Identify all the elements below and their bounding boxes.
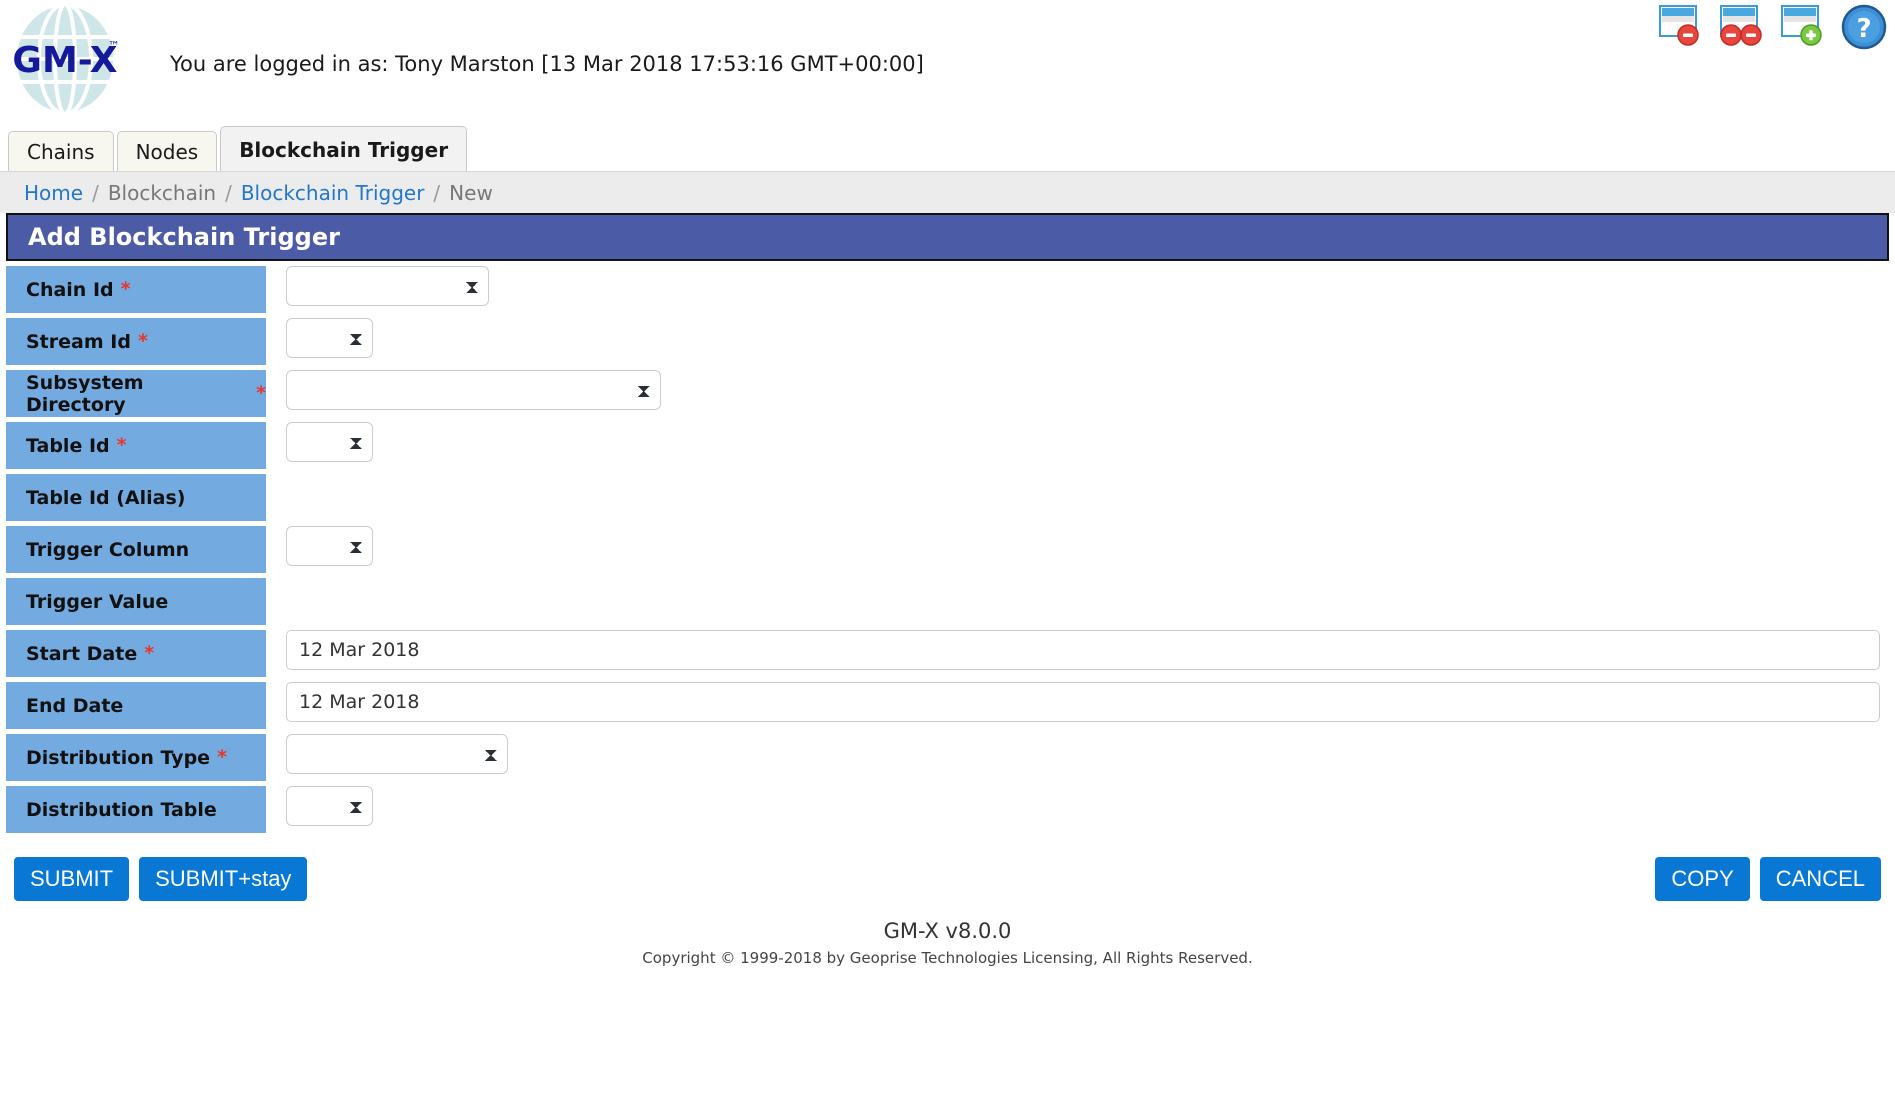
- submit-stay-button[interactable]: SUBMIT+stay: [139, 857, 308, 901]
- form-row-subsystem-directory: Subsystem Directory *: [6, 370, 1889, 417]
- trigger-column-select[interactable]: [286, 526, 373, 566]
- help-icon[interactable]: ?: [1841, 4, 1887, 50]
- svg-text:GM-X: GM-X: [12, 40, 117, 81]
- label-text: Table Id: [26, 434, 110, 457]
- form-row-start-date: Start Date *: [6, 630, 1889, 677]
- tab-blockchain-trigger[interactable]: Blockchain Trigger: [220, 126, 468, 171]
- label-text: Distribution Type: [26, 746, 211, 769]
- svg-text:™: ™: [108, 39, 120, 53]
- field-control-trigger-column: [266, 526, 1889, 573]
- label-text: Distribution Table: [26, 798, 217, 821]
- subsystem-directory-select[interactable]: [286, 370, 661, 410]
- label-text: Subsystem Directory: [26, 371, 144, 416]
- label-text: Chain Id: [26, 278, 114, 301]
- form-row-trigger-column: Trigger Column: [6, 526, 1889, 573]
- chain-id-select[interactable]: [286, 266, 489, 306]
- close-window-icon[interactable]: [1658, 4, 1705, 48]
- form-button-bar: SUBMIT SUBMIT+stay COPY CANCEL: [0, 833, 1895, 907]
- breadcrumb-item-blockchain-trigger[interactable]: Blockchain Trigger: [241, 181, 425, 205]
- tab-nodes[interactable]: Nodes: [116, 131, 218, 171]
- field-label-subsystem-directory: Subsystem Directory *: [6, 370, 266, 417]
- breadcrumb-item-new: New: [449, 180, 493, 205]
- field-control-subsystem-directory: [266, 370, 1889, 417]
- page-title: Add Blockchain Trigger: [28, 223, 340, 251]
- page-title-bar: Add Blockchain Trigger: [6, 213, 1889, 261]
- breadcrumb-item-blockchain: Blockchain: [107, 180, 217, 205]
- required-marker: *: [120, 278, 131, 300]
- form-row-trigger-value: Trigger Value: [6, 578, 1889, 625]
- required-marker: *: [116, 434, 127, 456]
- form-row-end-date: End Date: [6, 682, 1889, 729]
- form-row-table-id: Table Id *: [6, 422, 1889, 469]
- field-label-start-date: Start Date *: [6, 630, 266, 677]
- breadcrumb-separator: /: [225, 180, 232, 205]
- field-control-chain-id: [266, 266, 1889, 313]
- login-status-text: You are logged in as: Tony Marston [13 M…: [170, 52, 924, 76]
- field-label-end-date: End Date: [6, 682, 266, 729]
- distribution-type-select[interactable]: [286, 734, 508, 774]
- blockchain-trigger-form: Chain Id * Stream Id * Subsystem Directo…: [0, 266, 1895, 833]
- required-marker: *: [217, 746, 227, 768]
- form-row-table-id-alias: Table Id (Alias): [6, 474, 1889, 521]
- required-marker: *: [137, 330, 148, 352]
- breadcrumb-separator: /: [92, 180, 99, 205]
- window-controls: ?: [1658, 4, 1887, 50]
- form-row-distribution-table: Distribution Table: [6, 786, 1889, 833]
- field-label-stream-id: Stream Id *: [6, 318, 266, 365]
- copyright-text: Copyright © 1999-2018 by Geoprise Techno…: [642, 949, 1253, 967]
- close-all-windows-icon[interactable]: [1719, 4, 1766, 48]
- svg-text:?: ?: [1856, 14, 1871, 44]
- end-date-input[interactable]: [286, 682, 1880, 722]
- field-label-trigger-value: Trigger Value: [6, 578, 266, 625]
- field-control-distribution-table: [266, 786, 1889, 833]
- tab-bar: Chains Nodes Blockchain Trigger: [0, 125, 1895, 171]
- field-control-trigger-value: [266, 578, 1889, 625]
- breadcrumb-item-home[interactable]: Home: [24, 181, 83, 205]
- start-date-input[interactable]: [286, 630, 1880, 670]
- app-version: GM-X v8.0.0: [883, 919, 1012, 943]
- field-control-end-date: [266, 682, 1889, 729]
- copy-button[interactable]: COPY: [1655, 857, 1750, 901]
- tab-chains[interactable]: Chains: [8, 131, 114, 171]
- field-label-distribution-type: Distribution Type *: [6, 734, 266, 781]
- field-label-table-id-alias: Table Id (Alias): [6, 474, 266, 521]
- label-text: Table Id (Alias): [26, 486, 186, 509]
- field-label-chain-id: Chain Id *: [6, 266, 266, 313]
- label-text: Start Date: [26, 642, 138, 665]
- field-label-table-id: Table Id *: [6, 422, 266, 469]
- form-row-chain-id: Chain Id *: [6, 266, 1889, 313]
- field-control-distribution-type: [266, 734, 1889, 781]
- required-marker: *: [144, 642, 155, 664]
- form-row-distribution-type: Distribution Type *: [6, 734, 1889, 781]
- breadcrumb-separator: /: [433, 180, 441, 205]
- stream-id-select[interactable]: [286, 318, 373, 358]
- gmx-logo: GM-X ™: [8, 2, 123, 117]
- distribution-table-select[interactable]: [286, 786, 373, 826]
- page-footer: GM-X v8.0.0 Copyright © 1999-2018 by Geo…: [0, 919, 1895, 967]
- field-control-table-id: [266, 422, 1889, 469]
- label-text: Trigger Value: [26, 590, 169, 613]
- field-label-distribution-table: Distribution Table: [6, 786, 266, 833]
- field-control-start-date: [266, 630, 1889, 677]
- new-window-icon[interactable]: [1780, 4, 1827, 48]
- field-control-table-id-alias: [266, 474, 1889, 521]
- required-marker: *: [256, 382, 266, 404]
- field-label-trigger-column: Trigger Column: [6, 526, 266, 573]
- breadcrumb: Home / Blockchain / Blockchain Trigger /…: [0, 171, 1895, 213]
- label-text: End Date: [26, 694, 124, 717]
- cancel-button[interactable]: CANCEL: [1759, 857, 1881, 901]
- field-control-stream-id: [266, 318, 1889, 365]
- label-text: Trigger Column: [26, 538, 190, 561]
- label-text: Stream Id: [26, 330, 131, 353]
- table-id-select[interactable]: [286, 422, 373, 462]
- form-row-stream-id: Stream Id *: [6, 318, 1889, 365]
- submit-button[interactable]: SUBMIT: [14, 857, 130, 901]
- page-header: GM-X ™ You are logged in as: Tony Marsto…: [0, 0, 1895, 125]
